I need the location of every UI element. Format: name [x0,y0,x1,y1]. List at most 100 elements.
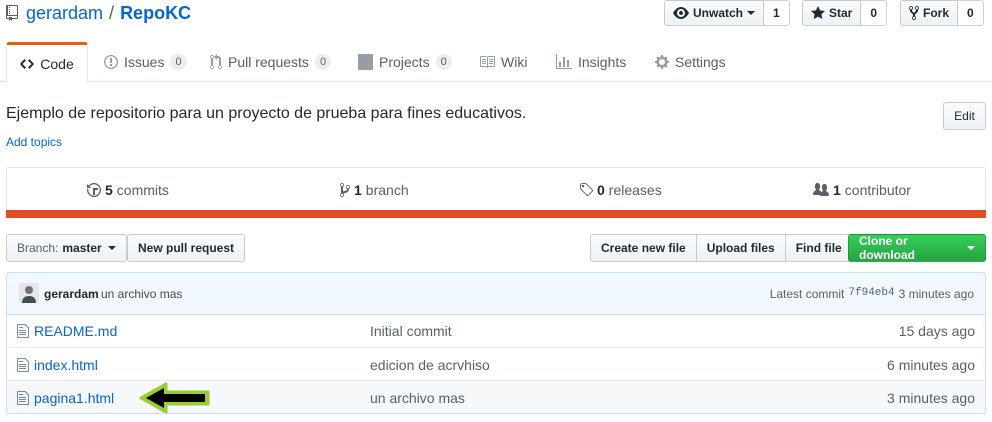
tag-icon [579,182,593,198]
chevron-down-icon [967,246,975,250]
organization-icon [813,182,829,198]
create-new-file-button[interactable]: Create new file [590,234,697,262]
chevron-down-icon [747,11,756,15]
issue-icon [104,54,118,70]
tab-settings[interactable]: Settings [655,42,726,82]
pull-requests-counter: 0 [314,54,332,70]
code-icon [20,56,35,72]
file-name-link[interactable]: index.html [34,357,98,373]
edit-button[interactable]: Edit [943,102,986,130]
fork-control: Fork 0 [900,0,984,26]
file-name-link[interactable]: README.md [34,323,117,339]
tab-wiki[interactable]: Wiki [479,42,527,82]
repo-owner-link[interactable]: gerardam [26,3,103,24]
avatar[interactable] [19,283,39,303]
commits-label: commits [116,182,169,198]
releases-label: releases [608,182,662,198]
file-icon [17,357,29,373]
file-commit-message-link[interactable]: un archivo mas [370,390,465,406]
branch-select-button[interactable]: Branch: master [6,234,127,262]
star-count[interactable]: 0 [861,0,888,26]
fork-icon [909,5,919,21]
tab-code[interactable]: Code [6,42,88,83]
latest-commit: Latest commit 7f94eb4 3 minutes ago [770,287,974,301]
commit-age: 3 minutes ago [898,287,974,301]
commit-sha-link[interactable]: 7f94eb4 [848,287,894,301]
file-age: 15 days ago [898,323,975,339]
new-pull-request-button[interactable]: New pull request [127,234,246,262]
commits-count: 5 [105,182,113,198]
commit-message-link[interactable]: un archivo mas [101,287,182,301]
add-topics-link[interactable]: Add topics [6,135,62,149]
contributor-count: 1 [833,182,841,198]
tab-settings-label: Settings [675,54,726,70]
tab-insights-label: Insights [578,54,627,70]
branches-link[interactable]: 1 branch [340,168,409,212]
file-icon [17,323,29,339]
find-file-button[interactable]: Find file [784,234,853,262]
chevron-down-icon [107,246,116,250]
contributor-label: contributor [844,182,911,198]
unwatch-label: Unwatch [693,6,744,20]
issues-counter: 0 [170,54,187,70]
file-commit-message-link[interactable]: Initial commit [370,323,452,339]
eye-icon [673,5,689,21]
star-button[interactable]: Star [802,0,862,26]
tab-issues[interactable]: Issues 0 [104,42,187,82]
releases-count: 0 [597,182,605,198]
book-icon [479,54,495,70]
pull-request-icon [210,54,222,70]
star-icon [811,5,825,21]
branch-label: branch [365,182,409,198]
repo-name-link[interactable]: RepoKC [120,3,191,24]
file-age: 6 minutes ago [887,357,975,373]
latest-commit-label: Latest commit [769,287,845,301]
clone-or-download-button[interactable]: Clone or download [848,234,986,262]
file-row: index.html edicion de acrvhiso 6 minutes… [7,347,985,380]
file-age: 3 minutes ago [887,390,975,406]
graph-icon [556,54,572,70]
repo-separator: / [109,2,115,23]
branch-count: 1 [354,182,362,198]
repo-icon [6,5,18,21]
file-icon [17,390,29,406]
fork-button[interactable]: Fork [900,0,959,26]
tab-code-label: Code [40,55,74,72]
tab-projects-label: Projects [379,54,430,70]
star-control: Star 0 [802,0,888,26]
file-actions: Create new file Upload files Find file [590,234,853,262]
commits-link[interactable]: 5 commits [87,168,169,212]
project-icon [358,54,373,70]
repo-description: Ejemplo de repositorio para un proyecto … [6,105,527,122]
language-bar[interactable] [6,210,986,218]
repo-title: gerardam / RepoKC [6,2,191,24]
projects-counter: 0 [435,54,452,70]
gear-icon [655,54,669,70]
file-commit-message-link[interactable]: edicion de acrvhiso [370,357,490,373]
annotation-arrow-icon [138,381,212,415]
tab-pull-requests-label: Pull requests [228,54,309,70]
file-name-link[interactable]: pagina1.html [34,390,114,406]
tab-projects[interactable]: Projects 0 [358,42,452,82]
watch-control: Unwatch 1 [664,0,790,26]
fork-label: Fork [923,6,950,20]
branch-icon [340,182,350,198]
branch-name: master [62,241,102,255]
commit-tease: gerardam un archivo mas Latest commit 7f… [6,272,986,315]
history-icon [87,182,101,198]
tab-insights[interactable]: Insights [556,42,626,82]
repo-nav: Code Issues 0 Pull requests 0 Projects 0… [0,42,992,83]
upload-files-button[interactable]: Upload files [695,234,786,262]
commit-author-link[interactable]: gerardam [44,287,99,301]
fork-count[interactable]: 0 [958,0,984,26]
tab-issues-label: Issues [124,54,165,70]
file-row: README.md Initial commit 15 days ago [7,314,985,347]
contributors-link[interactable]: 1 contributor [813,168,911,212]
watch-count[interactable]: 1 [764,0,790,26]
releases-link[interactable]: 0 releases [579,168,662,212]
star-label: Star [829,6,853,20]
branch-prefix: Branch: [17,241,59,255]
unwatch-button[interactable]: Unwatch [664,0,765,26]
tab-pull-requests[interactable]: Pull requests 0 [210,42,332,82]
tab-wiki-label: Wiki [501,54,528,70]
